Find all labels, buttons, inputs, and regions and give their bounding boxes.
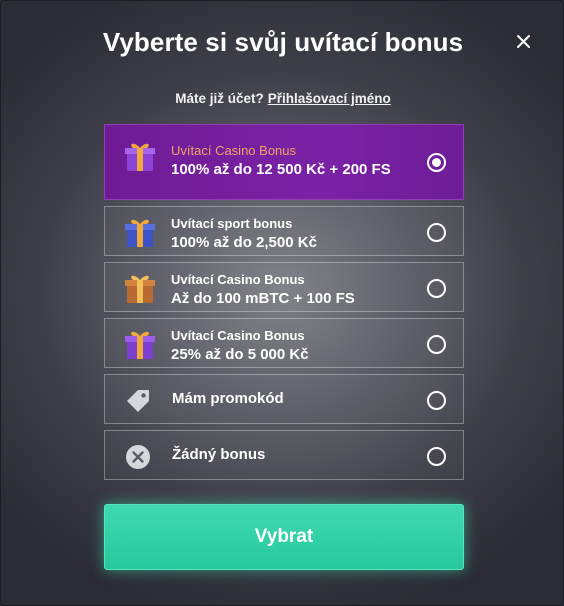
- cancel-circle-icon: [124, 443, 152, 471]
- radio-selected[interactable]: [427, 153, 446, 172]
- bonus-option-list: Uvítací Casino Bonus 100% až do 12 500 K…: [104, 124, 464, 486]
- tag-icon: [124, 387, 152, 415]
- login-prompt: Máte již účet?: [175, 91, 264, 106]
- bonus-detail: 100% až do 12 500 Kč + 200 FS: [171, 161, 391, 178]
- bonus-title: Uvítací sport bonus: [171, 216, 293, 231]
- radio-dot: [432, 158, 441, 167]
- close-icon[interactable]: [513, 31, 535, 53]
- radio-unselected[interactable]: [427, 391, 446, 410]
- bonus-option-casino-btc[interactable]: Uvítací Casino Bonus Až do 100 mBTC + 10…: [104, 262, 464, 312]
- gift-icon: [123, 327, 157, 361]
- bonus-option-text: Uvítací sport bonus 100% až do 2,500 Kč: [171, 216, 317, 253]
- bonus-option-sport[interactable]: Uvítací sport bonus 100% až do 2,500 Kč: [104, 206, 464, 256]
- gift-icon: [123, 139, 157, 173]
- gift-icon: [123, 215, 157, 249]
- bonus-option-none[interactable]: Žádný bonus: [104, 430, 464, 480]
- radio-unselected[interactable]: [427, 279, 446, 298]
- bonus-modal: Vyberte si svůj uvítací bonus Máte již ú…: [0, 0, 564, 606]
- bonus-detail: Až do 100 mBTC + 100 FS: [171, 290, 355, 307]
- bonus-option-casino-selected[interactable]: Uvítací Casino Bonus 100% až do 12 500 K…: [104, 124, 464, 200]
- bonus-option-text: Uvítací Casino Bonus Až do 100 mBTC + 10…: [171, 272, 355, 309]
- modal-title: Vyberte si svůj uvítací bonus: [102, 27, 464, 57]
- radio-unselected[interactable]: [427, 335, 446, 354]
- bonus-detail: 25% až do 5 000 Kč: [171, 346, 309, 363]
- bonus-title: Uvítací Casino Bonus: [171, 272, 305, 287]
- no-bonus-label: Žádný bonus: [172, 446, 266, 463]
- gift-icon: [123, 271, 157, 305]
- submit-button[interactable]: Vybrat: [104, 504, 464, 570]
- bonus-detail: 100% až do 2,500 Kč: [171, 234, 317, 251]
- bonus-option-casino-25[interactable]: Uvítací Casino Bonus 25% až do 5 000 Kč: [104, 318, 464, 368]
- radio-unselected[interactable]: [427, 223, 446, 242]
- bonus-title: Uvítací Casino Bonus: [171, 328, 305, 343]
- bonus-option-text: Uvítací Casino Bonus 100% až do 12 500 K…: [171, 143, 391, 180]
- login-link[interactable]: Přihlašovací jméno: [268, 91, 391, 106]
- promocode-label: Mám promokód: [172, 390, 284, 407]
- radio-unselected[interactable]: [427, 447, 446, 466]
- login-prompt-line: Máte již účet? Přihlašovací jméno: [1, 91, 564, 106]
- bonus-title: Uvítací Casino Bonus: [171, 143, 297, 158]
- bonus-option-text: Uvítací Casino Bonus 25% až do 5 000 Kč: [171, 328, 309, 365]
- bonus-option-promocode[interactable]: Mám promokód: [104, 374, 464, 424]
